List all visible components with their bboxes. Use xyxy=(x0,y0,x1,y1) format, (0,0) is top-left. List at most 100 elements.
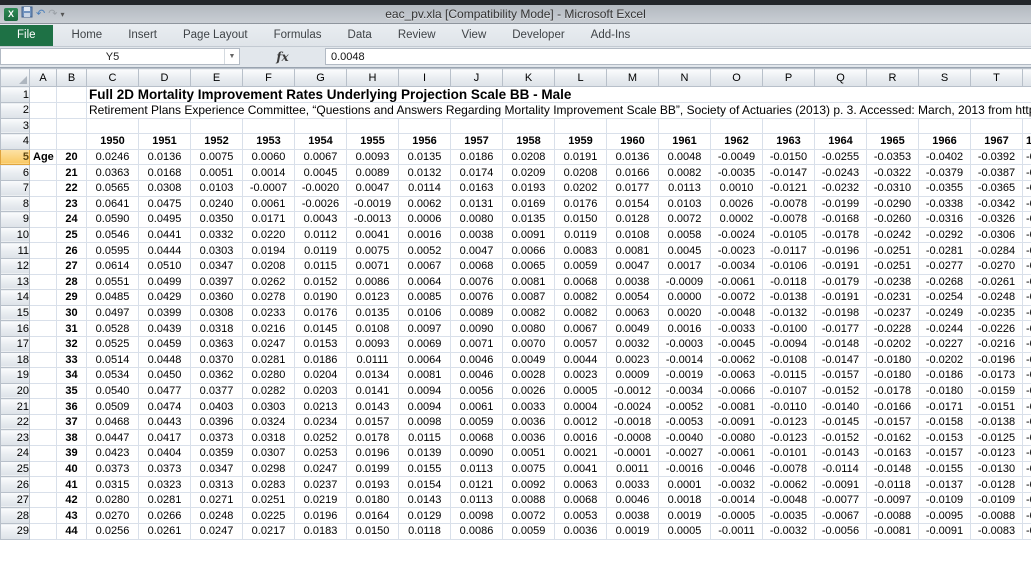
cell-S27[interactable]: -0.0109 xyxy=(918,492,971,509)
cell-G17[interactable]: 0.0153 xyxy=(294,336,347,353)
cell-N21[interactable]: -0.0052 xyxy=(658,398,711,415)
cell-I9[interactable]: 0.0006 xyxy=(398,211,451,228)
tab-formulas[interactable]: Formulas xyxy=(261,25,335,46)
cell-G28[interactable]: 0.0196 xyxy=(294,507,347,525)
cell-K17[interactable]: 0.0070 xyxy=(502,336,555,353)
cell-E10[interactable]: 0.0332 xyxy=(190,227,243,244)
cell-B15[interactable]: 30 xyxy=(56,305,87,322)
cell-C21[interactable]: 0.0509 xyxy=(86,398,139,415)
cell-N19[interactable]: -0.0019 xyxy=(658,367,711,384)
cell-K6[interactable]: 0.0209 xyxy=(502,164,555,181)
column-header-Q[interactable]: Q xyxy=(814,68,867,87)
cell-K21[interactable]: 0.0033 xyxy=(502,398,555,415)
cell-S20[interactable]: -0.0180 xyxy=(918,383,971,400)
cell-U22[interactable]: -0.0 xyxy=(1022,414,1031,431)
cell-N14[interactable]: 0.0000 xyxy=(658,289,711,306)
cell-E16[interactable]: 0.0318 xyxy=(190,320,243,337)
cell-J23[interactable]: 0.0068 xyxy=(450,429,503,447)
cell-P6[interactable]: -0.0147 xyxy=(762,164,815,181)
cell-B28[interactable]: 43 xyxy=(56,507,87,525)
cell-H27[interactable]: 0.0180 xyxy=(346,492,399,509)
cell-H13[interactable]: 0.0086 xyxy=(346,274,399,291)
cell-M19[interactable]: 0.0009 xyxy=(606,367,659,384)
cell-L6[interactable]: 0.0208 xyxy=(554,164,607,181)
cell-Q26[interactable]: -0.0091 xyxy=(814,476,867,493)
cell-P21[interactable]: -0.0110 xyxy=(762,398,815,415)
cell-K26[interactable]: 0.0092 xyxy=(502,476,555,493)
insert-function-button[interactable]: fx xyxy=(240,47,325,67)
cell-S17[interactable]: -0.0227 xyxy=(918,336,971,353)
cell-J19[interactable]: 0.0046 xyxy=(450,367,503,384)
cell-C10[interactable]: 0.0546 xyxy=(86,227,139,244)
cell-I28[interactable]: 0.0129 xyxy=(398,507,451,525)
cell-T19[interactable]: -0.0173 xyxy=(970,367,1023,384)
cell-K25[interactable]: 0.0075 xyxy=(502,461,555,478)
row-header-11[interactable]: 11 xyxy=(0,242,30,259)
cell-P22[interactable]: -0.0123 xyxy=(762,414,815,431)
cell-C12[interactable]: 0.0614 xyxy=(86,258,139,275)
excel-app-icon[interactable]: X xyxy=(4,7,18,21)
row-header-21[interactable]: 21 xyxy=(0,398,30,415)
cell-D26[interactable]: 0.0323 xyxy=(138,476,191,493)
cell-P4[interactable]: 1963 xyxy=(762,133,815,150)
cell-D21[interactable]: 0.0474 xyxy=(138,398,191,415)
cell-A7[interactable] xyxy=(29,180,57,197)
cell-M12[interactable]: 0.0047 xyxy=(606,258,659,275)
cell-T8[interactable]: -0.0342 xyxy=(970,196,1023,213)
cell-T11[interactable]: -0.0284 xyxy=(970,242,1023,259)
cell-I6[interactable]: 0.0132 xyxy=(398,164,451,181)
cell-H8[interactable]: -0.0019 xyxy=(346,196,399,213)
cell-O26[interactable]: -0.0032 xyxy=(710,476,763,493)
cell-B21[interactable]: 36 xyxy=(56,398,87,415)
cell-U17[interactable]: -0.0 xyxy=(1022,336,1031,353)
cell-E7[interactable]: 0.0103 xyxy=(190,180,243,197)
cell-Q15[interactable]: -0.0198 xyxy=(814,305,867,322)
cell-H28[interactable]: 0.0164 xyxy=(346,507,399,525)
cell-S11[interactable]: -0.0281 xyxy=(918,242,971,259)
cell-U19[interactable]: -0.0 xyxy=(1022,367,1031,384)
column-header-J[interactable]: J xyxy=(450,68,503,87)
cell-A29[interactable] xyxy=(29,523,57,540)
cell-F23[interactable]: 0.0318 xyxy=(242,429,295,447)
cell-B9[interactable]: 24 xyxy=(56,211,87,228)
cell-Q22[interactable]: -0.0145 xyxy=(814,414,867,431)
cell-S8[interactable]: -0.0338 xyxy=(918,196,971,213)
row-header-22[interactable]: 22 xyxy=(0,413,30,431)
cell-U7[interactable]: -0.0 xyxy=(1022,180,1031,197)
cell-O24[interactable]: -0.0061 xyxy=(710,445,763,462)
cell-K7[interactable]: 0.0193 xyxy=(502,180,555,197)
cell-C7[interactable]: 0.0565 xyxy=(86,180,139,197)
cell-E15[interactable]: 0.0308 xyxy=(190,305,243,322)
cell-H12[interactable]: 0.0071 xyxy=(346,258,399,275)
cell-N17[interactable]: -0.0003 xyxy=(658,336,711,353)
cell-S26[interactable]: -0.0137 xyxy=(918,476,971,493)
cell-S18[interactable]: -0.0202 xyxy=(918,352,971,369)
cell-I13[interactable]: 0.0064 xyxy=(398,274,451,291)
cell-F18[interactable]: 0.0281 xyxy=(242,352,295,369)
cell-L3[interactable] xyxy=(554,118,607,135)
cell-F5[interactable]: 0.0060 xyxy=(242,149,295,166)
cell-J20[interactable]: 0.0056 xyxy=(450,383,503,400)
row-header-2[interactable]: 2 xyxy=(0,102,30,119)
cell-M28[interactable]: 0.0038 xyxy=(606,507,659,525)
cell-L22[interactable]: 0.0012 xyxy=(554,414,607,431)
cell-N16[interactable]: 0.0016 xyxy=(658,320,711,337)
cell-N23[interactable]: -0.0040 xyxy=(658,429,711,447)
cell-P10[interactable]: -0.0105 xyxy=(762,227,815,244)
cell-O5[interactable]: -0.0049 xyxy=(710,149,763,166)
cell-R18[interactable]: -0.0180 xyxy=(866,352,919,369)
cell-P13[interactable]: -0.0118 xyxy=(762,274,815,291)
cell-U8[interactable]: -0.0 xyxy=(1022,196,1031,213)
cell-C15[interactable]: 0.0497 xyxy=(86,305,139,322)
cell-C8[interactable]: 0.0641 xyxy=(86,196,139,213)
cell-N11[interactable]: 0.0045 xyxy=(658,242,711,259)
cell-E13[interactable]: 0.0397 xyxy=(190,274,243,291)
cell-O16[interactable]: -0.0033 xyxy=(710,320,763,337)
cell-T9[interactable]: -0.0326 xyxy=(970,211,1023,228)
cell-O27[interactable]: -0.0014 xyxy=(710,492,763,509)
cell-H29[interactable]: 0.0150 xyxy=(346,523,399,540)
cell-H15[interactable]: 0.0135 xyxy=(346,305,399,322)
cell-N22[interactable]: -0.0053 xyxy=(658,414,711,431)
cell-P9[interactable]: -0.0078 xyxy=(762,211,815,228)
cell-E12[interactable]: 0.0347 xyxy=(190,258,243,275)
